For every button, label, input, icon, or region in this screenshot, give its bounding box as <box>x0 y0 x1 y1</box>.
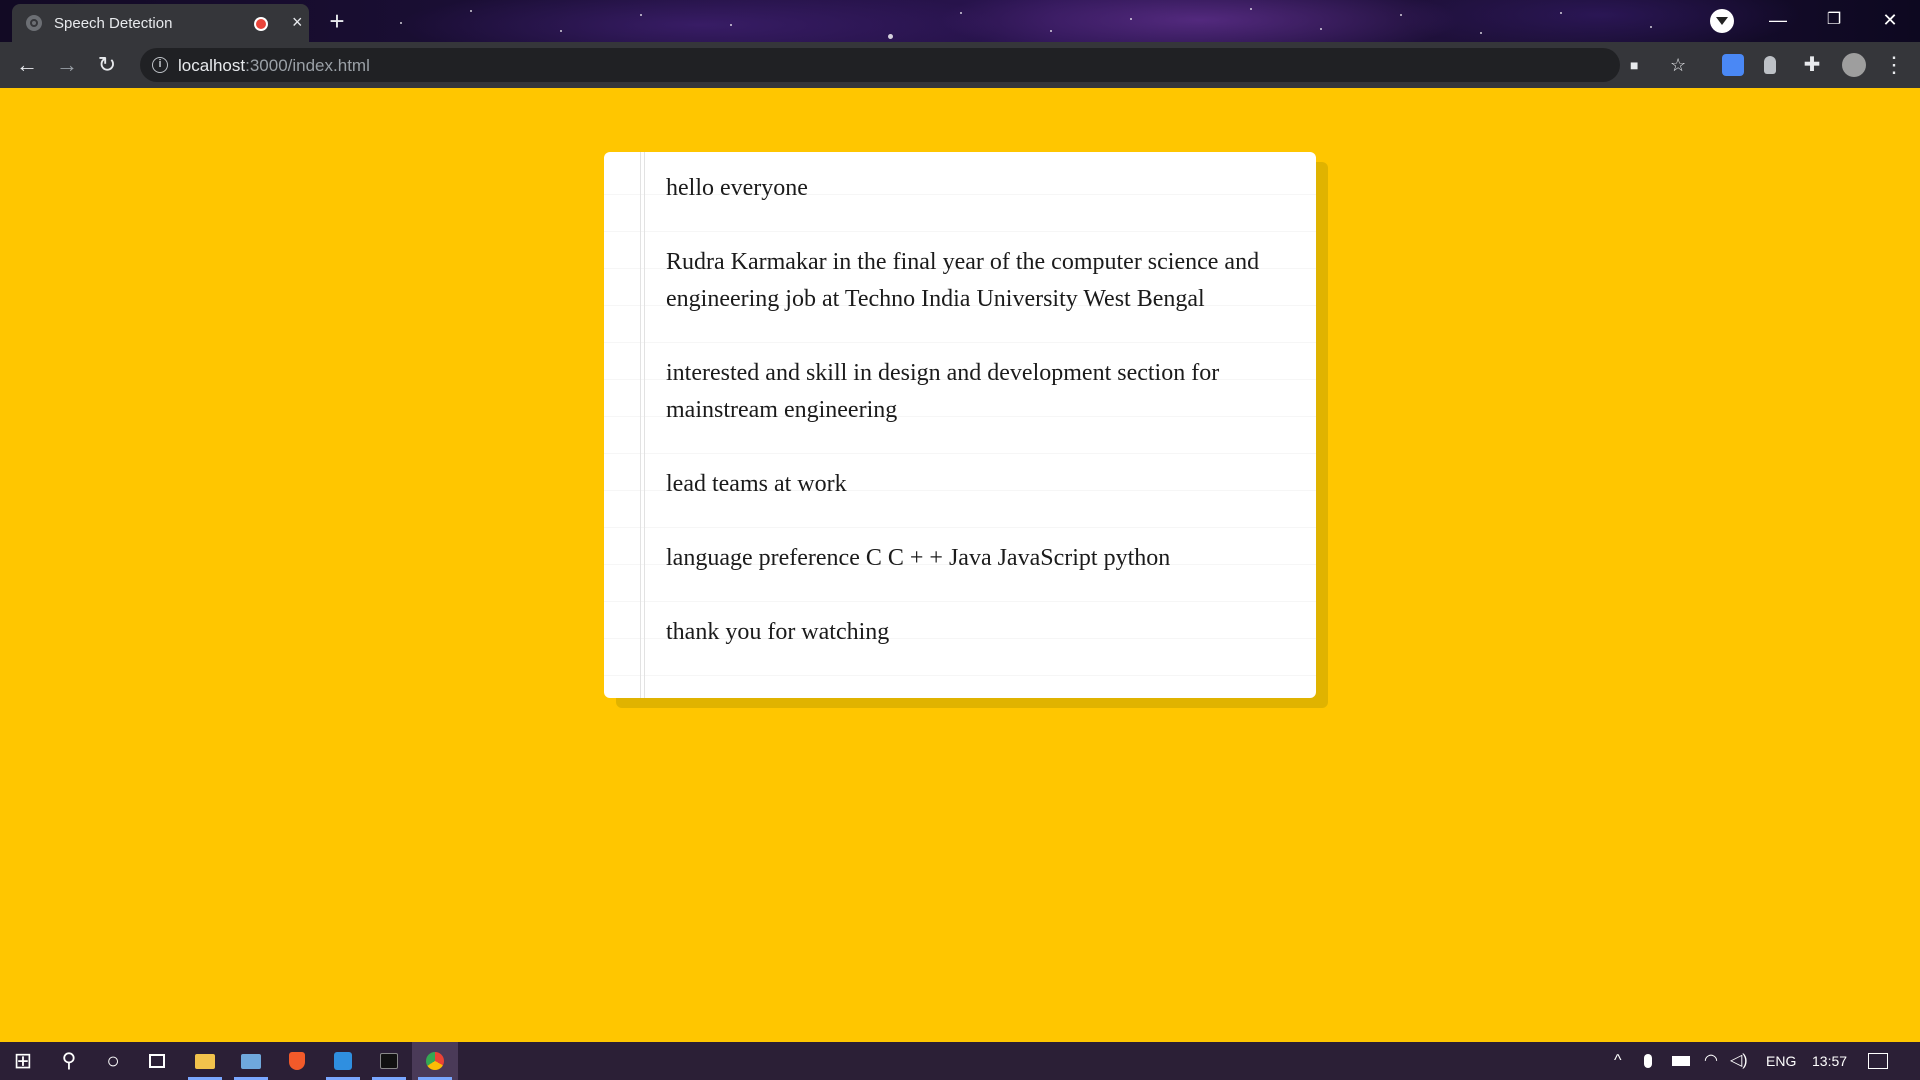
recording-indicator-icon <box>254 17 268 31</box>
language-indicator[interactable]: ENG <box>1766 1042 1796 1080</box>
extensions-puzzle-icon[interactable]: ✚ <box>1797 50 1827 80</box>
close-window-button[interactable]: ✕ <box>1862 0 1918 42</box>
profile-avatar[interactable] <box>1842 53 1866 77</box>
margin-line <box>644 152 645 698</box>
tray-chevron-icon[interactable]: ^ <box>1614 1042 1622 1080</box>
windows-taskbar: ⊞ ⚲ ○ ^ ◠ ◁) ENG 13:57 <box>0 1042 1920 1080</box>
info-icon[interactable]: i <box>152 57 168 73</box>
terminal-icon[interactable] <box>366 1042 412 1080</box>
volume-icon[interactable]: ◁) <box>1730 1042 1748 1080</box>
vscode-icon[interactable] <box>320 1042 366 1080</box>
cortana-icon[interactable]: ○ <box>90 1042 136 1080</box>
extension-shield-icon[interactable] <box>1722 54 1744 76</box>
url-text[interactable]: localhost:3000/index.html <box>178 56 370 76</box>
transcript-line: Rudra Karmakar in the final year of the … <box>666 249 1260 312</box>
clock[interactable]: 13:57 <box>1812 1042 1847 1080</box>
browser-title-bar: Speech Detection × + — ❐ ✕ <box>0 0 1920 42</box>
camera-icon[interactable]: ■ <box>1630 48 1638 82</box>
transcript-list: hello everyone Rudra Karmakar in the fin… <box>666 170 1296 688</box>
notifications-icon[interactable] <box>1868 1042 1888 1080</box>
transcript-line: interested and skill in design and devel… <box>666 360 1220 423</box>
minimize-button[interactable]: — <box>1750 0 1806 42</box>
transcript-line: hello everyone <box>666 175 808 201</box>
close-tab-icon[interactable]: × <box>292 12 303 32</box>
forward-button[interactable]: → <box>52 50 82 80</box>
bookmark-star-icon[interactable]: ☆ <box>1670 48 1686 82</box>
microphone-icon[interactable] <box>1644 1042 1652 1080</box>
wifi-icon[interactable]: ◠ <box>1704 1042 1718 1080</box>
chrome-icon[interactable] <box>412 1042 458 1080</box>
photos-app-icon[interactable] <box>228 1042 274 1080</box>
search-icon[interactable]: ⚲ <box>46 1042 92 1080</box>
new-tab-button[interactable]: + <box>322 6 352 36</box>
transcript-line: lead teams at work <box>666 471 847 497</box>
browser-toolbar: ← → ↻ i localhost:3000/index.html ■ ☆ ✚ … <box>0 42 1920 88</box>
browser-tab[interactable]: Speech Detection × <box>12 4 309 42</box>
tab-title: Speech Detection <box>54 15 173 32</box>
transcript-line: thank you for watching <box>666 619 890 645</box>
media-control-icon[interactable] <box>1710 9 1734 33</box>
windows-start-icon[interactable]: ⊞ <box>0 1042 46 1080</box>
battery-icon[interactable] <box>1672 1042 1690 1080</box>
browser-menu-icon[interactable]: ⋮ <box>1879 50 1909 80</box>
margin-line <box>640 152 641 698</box>
globe-icon <box>26 15 42 31</box>
task-view-icon[interactable] <box>134 1042 180 1080</box>
restore-button[interactable]: ❐ <box>1806 0 1862 42</box>
notes-card: hello everyone Rudra Karmakar in the fin… <box>604 152 1316 698</box>
back-button[interactable]: ← <box>12 50 42 80</box>
brave-browser-icon[interactable] <box>274 1042 320 1080</box>
extension-person-icon[interactable] <box>1764 56 1776 74</box>
address-bar[interactable]: i localhost:3000/index.html ■ ☆ <box>140 48 1686 82</box>
file-explorer-icon[interactable] <box>182 1042 228 1080</box>
page-viewport: hello everyone Rudra Karmakar in the fin… <box>0 88 1920 1042</box>
reload-button[interactable]: ↻ <box>92 50 122 80</box>
transcript-line: language preference C C + + Java JavaScr… <box>666 545 1171 571</box>
